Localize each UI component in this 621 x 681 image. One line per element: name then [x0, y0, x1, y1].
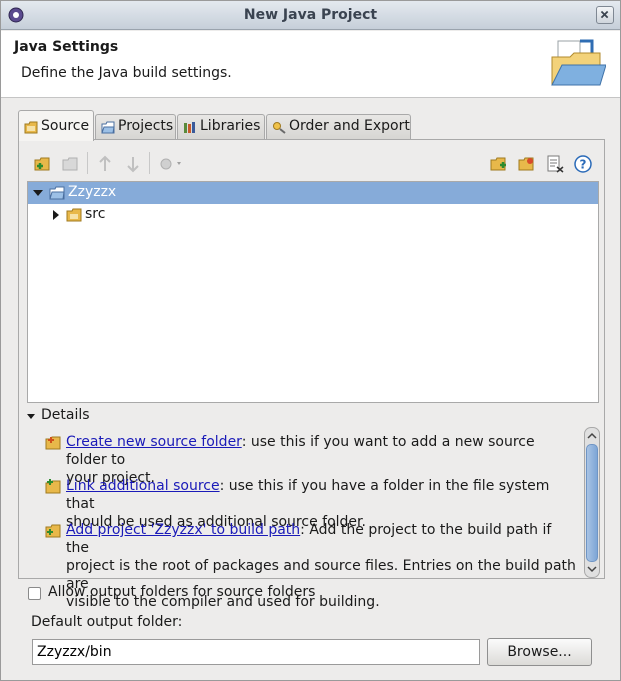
allow-output-folders-checkbox[interactable]: [28, 587, 41, 600]
tree-item-src[interactable]: src: [28, 204, 598, 226]
add-to-build-path-icon: [45, 524, 61, 538]
move-down-icon[interactable]: [123, 154, 143, 174]
add-project-to-build-path-link[interactable]: Add project 'Zzyzzx' to build path: [66, 522, 300, 538]
scrollbar-thumb[interactable]: [586, 444, 598, 562]
toolbar-separator: [149, 152, 150, 174]
source-tree[interactable]: Zzyzzx src: [27, 181, 599, 403]
details-header: Details: [41, 407, 90, 423]
collapsed-arrow-icon[interactable]: [50, 209, 62, 221]
expanded-arrow-icon[interactable]: [32, 187, 44, 199]
close-icon: [600, 10, 609, 19]
tab-projects-label: Projects: [118, 118, 174, 134]
tree-item-label: Zzyzzx: [68, 184, 117, 200]
wizard-header: Java Settings Define the Java build sett…: [1, 31, 620, 98]
tab-projects[interactable]: Projects: [95, 114, 176, 140]
help-icon[interactable]: ?: [573, 154, 593, 174]
page-description: Define the Java build settings.: [21, 65, 232, 81]
order-export-icon: [273, 122, 286, 134]
expanded-arrow-icon: [27, 414, 35, 419]
new-java-project-window: New Java Project Java Settings Define th…: [0, 0, 621, 681]
remove-icon[interactable]: [61, 154, 81, 174]
allow-output-folders-label: Allow output folders for source folders: [48, 584, 316, 600]
default-output-folder-label: Default output folder:: [31, 614, 183, 630]
window-title: New Java Project: [243, 7, 378, 23]
source-folder-icon: [24, 121, 38, 134]
create-source-folder-icon[interactable]: [33, 154, 53, 174]
source-folder-icon: [66, 208, 82, 222]
toolbar-separator: [87, 152, 88, 174]
tab-order-and-export-label: Order and Export: [289, 118, 410, 134]
svg-text:?: ?: [580, 158, 587, 172]
projects-folder-icon: [101, 121, 115, 134]
source-toolbar: ?: [27, 146, 599, 184]
title-bar[interactable]: New Java Project: [1, 1, 620, 30]
link-source-icon[interactable]: [489, 154, 509, 174]
tab-source[interactable]: Source: [18, 110, 94, 141]
tab-order-and-export[interactable]: Order and Export: [266, 114, 411, 140]
tab-libraries[interactable]: Libraries: [177, 114, 265, 140]
move-up-icon[interactable]: [95, 154, 115, 174]
tab-source-label: Source: [41, 118, 90, 134]
configure-icon[interactable]: [157, 154, 185, 174]
scroll-down-icon[interactable]: [587, 564, 597, 574]
details-scrollbar[interactable]: [584, 427, 600, 578]
default-output-folder-input[interactable]: [32, 639, 480, 665]
source-tab-panel: ? Zzyzzx src Details Create new source f…: [18, 139, 605, 610]
tab-libraries-label: Libraries: [200, 118, 261, 134]
create-new-source-folder-link[interactable]: Create new source folder: [66, 434, 242, 450]
details-pane: Create new source folder: use this if yo…: [45, 427, 582, 610]
add-folder-icon[interactable]: [517, 154, 537, 174]
link-source-icon: [45, 479, 61, 494]
link-additional-source-link[interactable]: Link additional source: [66, 478, 220, 494]
filter-icon[interactable]: [545, 154, 565, 174]
scroll-up-icon[interactable]: [587, 431, 597, 441]
tree-item-project[interactable]: Zzyzzx: [28, 182, 598, 204]
libraries-icon: [184, 122, 195, 133]
page-title: Java Settings: [14, 39, 119, 55]
browse-button[interactable]: Browse...: [487, 638, 592, 666]
create-source-folder-icon: [45, 436, 61, 450]
close-button[interactable]: [596, 6, 614, 24]
open-folder-banner-icon: [551, 39, 606, 86]
tree-item-label: src: [85, 206, 106, 222]
project-folder-icon: [49, 186, 65, 200]
